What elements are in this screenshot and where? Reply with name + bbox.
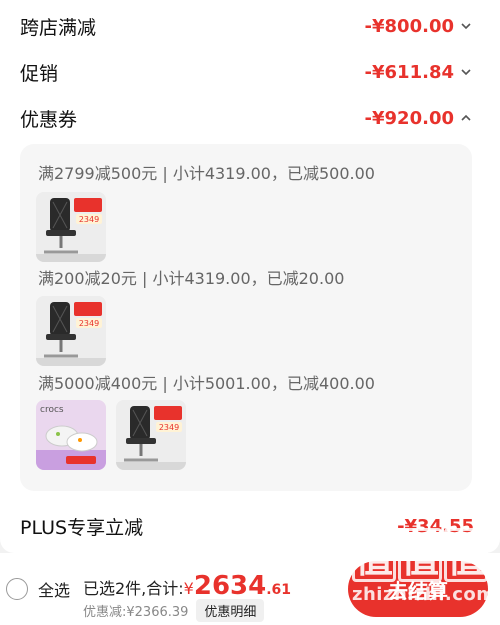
selected-count-text: 已选2件,合计: [83,579,184,598]
price-badge: 2349 [159,423,179,432]
discount-detail-button[interactable]: 优惠明细 [196,599,265,622]
row-label: 促销 [20,62,59,85]
currency-symbol: ¥ [183,579,194,598]
coupon-rule: 满5000减400元 | 小计5001.00，已减400.00 [38,374,375,393]
discount-amount-text: 优惠减:¥2366.39 [83,605,189,620]
chevron-down-icon [458,18,474,34]
chevron-down-icon [458,64,474,80]
row-amount: -¥800.00 [365,16,474,37]
radio-icon[interactable] [6,578,28,600]
crocs-shoes-thumbnail[interactable]: crocs [36,400,106,470]
select-all-label: 全选 [38,581,71,600]
row-label: PLUS专享立减 [20,516,144,539]
row-label: 跨店满减 [20,16,97,39]
price-badge: 2349 [79,319,99,328]
total-decimal: .61 [266,582,292,598]
discount-summary: 优惠减:¥2366.39 优惠明细 [83,599,265,622]
crocs-logo: crocs [40,405,64,415]
coupon-rule: 满200减20元 | 小计4319.00，已减20.00 [38,269,345,288]
amount-value: -¥920.00 [364,107,454,129]
office-chair-thumbnail[interactable]: 2349 [36,192,106,262]
plus-discount-row: PLUS专享立减 -¥34.55 [20,506,474,546]
chevron-up-icon [458,110,474,126]
row-label: 优惠券 [20,108,78,131]
office-chair-thumbnail[interactable]: 2349 [36,296,106,366]
office-chair-thumbnail[interactable]: 2349 [116,400,186,470]
amount-value: -¥800.00 [364,15,454,37]
price-badge: 2349 [79,215,99,224]
total-summary: 已选2件,合计: ¥ 2634 .61 [83,571,291,601]
select-all-toggle[interactable]: 全选 [6,577,70,601]
order-discount-card: 跨店满减 -¥800.00 促销 -¥611.84 优惠券 -¥920.00 满… [0,0,500,553]
coupon-row[interactable]: 优惠券 -¥920.00 [20,98,474,138]
coupon-rule: 满2799减500元 | 小计4319.00，已减500.00 [38,164,375,183]
coupon-detail-panel: 满2799减500元 | 小计4319.00，已减500.00 2349 满20… [20,144,472,491]
checkout-bar: 全选 已选2件,合计: ¥ 2634 .61 优惠减:¥2366.39 优惠明细… [0,553,500,625]
row-amount: -¥34.55 [397,515,474,537]
promotion-row[interactable]: 促销 -¥611.84 [20,52,474,92]
cross-store-discount-row[interactable]: 跨店满减 -¥800.00 [20,6,474,46]
checkout-button[interactable]: 去结算 [348,561,488,617]
amount-value: -¥611.84 [364,61,454,83]
row-amount: -¥920.00 [365,108,474,129]
total-integer: 2634 [193,571,267,601]
row-amount: -¥611.84 [365,62,474,83]
